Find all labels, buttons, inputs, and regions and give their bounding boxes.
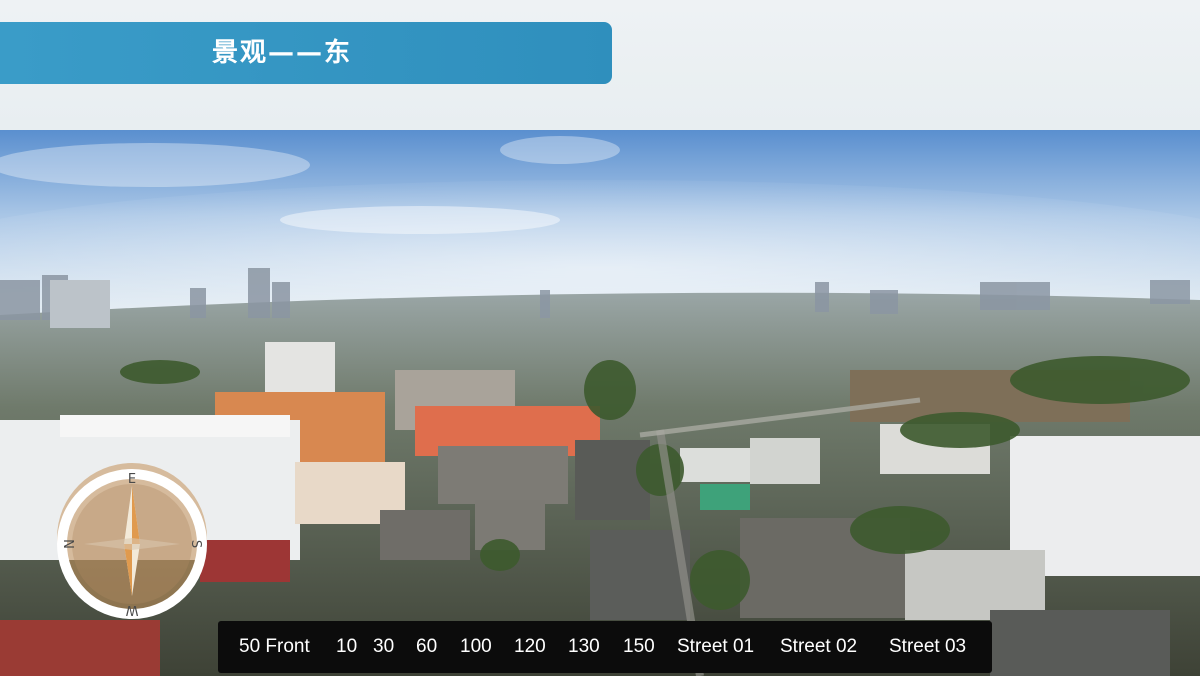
compass-east: E — [128, 472, 136, 487]
floor-item-150[interactable]: 150 — [623, 621, 655, 673]
floor-item-100[interactable]: 100 — [460, 621, 492, 673]
compass-south: S — [188, 540, 203, 548]
street-item-02[interactable]: Street 02 — [780, 621, 857, 673]
floor-item-30[interactable]: 30 — [373, 621, 394, 673]
title-banner: 景观——东 — [0, 22, 612, 84]
compass-north: N — [63, 539, 78, 549]
floor-item-10[interactable]: 10 — [336, 621, 357, 673]
floor-item-60[interactable]: 60 — [416, 621, 437, 673]
page-title: 景观——东 — [212, 38, 353, 68]
floor-item-120[interactable]: 120 — [514, 621, 546, 673]
compass-icon: E N S W — [54, 456, 210, 620]
floor-selector-bar: 50 Front 10 30 60 100 120 130 150 Street… — [218, 621, 992, 673]
floor-item-50-front[interactable]: 50 Front — [239, 621, 310, 673]
street-item-03[interactable]: Street 03 — [889, 621, 966, 673]
floor-item-130[interactable]: 130 — [568, 621, 600, 673]
street-item-01[interactable]: Street 01 — [677, 621, 754, 673]
compass-west: W — [125, 602, 138, 617]
